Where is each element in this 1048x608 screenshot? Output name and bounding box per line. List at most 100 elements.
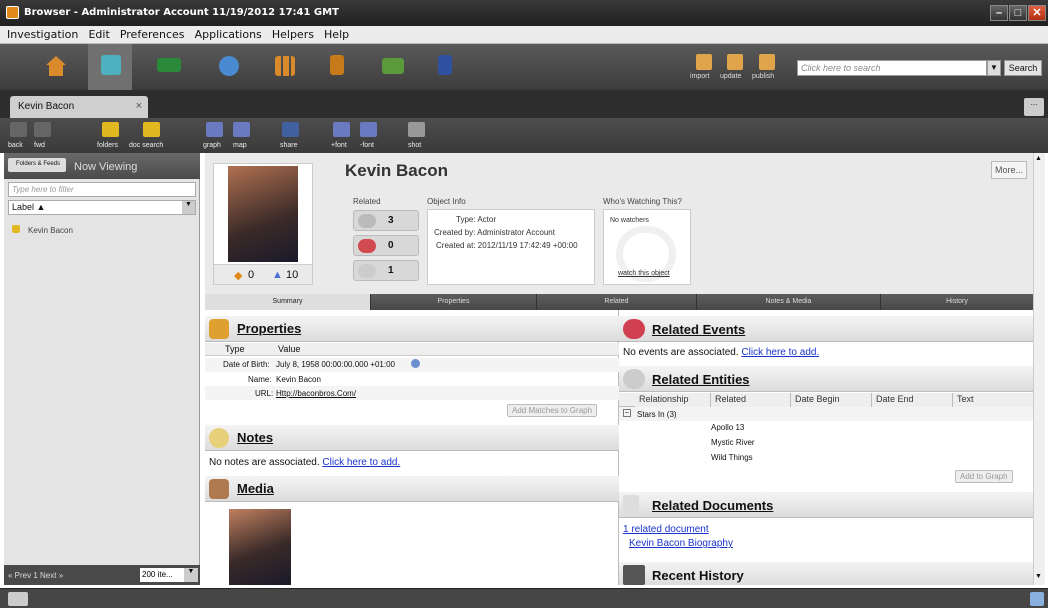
- minimize-button[interactable]: –: [990, 5, 1008, 21]
- watch-link[interactable]: watch this object: [618, 270, 670, 277]
- related-events-title[interactable]: Related Events: [652, 322, 745, 337]
- table-row[interactable]: – Stars In (3): [619, 407, 1033, 421]
- tab-overflow-button[interactable]: ...: [1024, 98, 1044, 116]
- related-doc-link[interactable]: Kevin Bacon Biography: [629, 538, 733, 549]
- filter-input[interactable]: Type here to filter: [8, 182, 196, 197]
- related-events-count: 0: [388, 240, 394, 251]
- list-item[interactable]: Apollo 13: [711, 423, 744, 432]
- update-icon[interactable]: [727, 54, 743, 70]
- org-icon[interactable]: [438, 55, 452, 75]
- maximize-button[interactable]: □: [1009, 5, 1027, 21]
- browser-icon[interactable]: [101, 55, 121, 75]
- graph-icon[interactable]: [206, 122, 223, 137]
- status-icon[interactable]: [8, 592, 28, 606]
- money-icon[interactable]: [382, 58, 404, 74]
- font-decrease-label: -font: [360, 142, 375, 149]
- related-events-button[interactable]: 0: [353, 235, 419, 256]
- font-increase-icon[interactable]: [333, 122, 350, 137]
- search-dropdown-button[interactable]: ▼: [987, 60, 1001, 76]
- sort-dropdown-icon[interactable]: ▼: [182, 201, 195, 214]
- notes-add-link[interactable]: Click here to add.: [322, 457, 400, 468]
- menu-edit[interactable]: Edit: [88, 28, 109, 41]
- properties-title[interactable]: Properties: [237, 321, 301, 336]
- menu-help[interactable]: Help: [324, 28, 349, 41]
- people-icon[interactable]: [157, 58, 181, 72]
- events-icon: [623, 319, 645, 339]
- tab-notes-media[interactable]: Notes & Media: [697, 294, 881, 310]
- sort-select[interactable]: Label ▲ ▼: [8, 200, 196, 215]
- col-date-begin[interactable]: Date Begin: [791, 393, 872, 407]
- globe-icon[interactable]: [219, 56, 239, 76]
- tab-strip: [0, 90, 1048, 118]
- entity-photo[interactable]: [228, 166, 298, 262]
- up-votes: 10: [286, 269, 299, 281]
- import-icon[interactable]: [696, 54, 712, 70]
- scroll-up-icon[interactable]: ▲: [1035, 155, 1042, 162]
- chart-icon[interactable]: [275, 56, 295, 76]
- folders-icon[interactable]: [102, 122, 119, 137]
- add-matches-button[interactable]: Add Matches to Graph: [507, 404, 598, 417]
- folders-feeds-button[interactable]: Folders & Feeds: [8, 158, 66, 172]
- tab-related[interactable]: Related: [537, 294, 697, 310]
- col-relationship[interactable]: Relationship: [635, 393, 711, 407]
- tab-close-icon[interactable]: ×: [136, 100, 142, 112]
- media-title[interactable]: Media: [237, 481, 274, 496]
- font-decrease-icon[interactable]: [360, 122, 377, 137]
- property-url-link[interactable]: Http://baconbros.Com/: [276, 389, 356, 398]
- page-size-select[interactable]: 200 ite...: [140, 568, 184, 582]
- scroll-down-icon[interactable]: ▼: [1035, 573, 1042, 580]
- page-size-dropdown-icon[interactable]: ▼: [184, 568, 198, 582]
- thumbs-up-icon[interactable]: ▲: [272, 269, 283, 281]
- publish-icon[interactable]: [759, 54, 775, 70]
- tab-kevin-bacon[interactable]: Kevin Bacon ×: [10, 96, 148, 118]
- notes-empty: No notes are associated. Click here to a…: [209, 457, 400, 468]
- tab-history[interactable]: History: [881, 294, 1033, 310]
- sidebar-item-kevin-bacon[interactable]: Kevin Bacon: [8, 223, 196, 237]
- info-icon[interactable]: [411, 359, 420, 368]
- related-documents-button[interactable]: 1: [353, 260, 419, 281]
- expand-icon[interactable]: [1030, 592, 1044, 606]
- forward-icon[interactable]: [34, 122, 51, 137]
- related-docs-count-link[interactable]: 1 related document: [623, 524, 709, 535]
- notes-title[interactable]: Notes: [237, 430, 273, 445]
- related-entities-button[interactable]: 3: [353, 210, 419, 231]
- media-header: Media: [205, 476, 619, 502]
- menu-investigation[interactable]: Investigation: [7, 28, 78, 41]
- property-key: URL:: [255, 389, 274, 398]
- map-icon[interactable]: [233, 122, 250, 137]
- doc-search-icon[interactable]: [143, 122, 160, 137]
- collapse-icon[interactable]: –: [623, 409, 631, 417]
- close-button[interactable]: ✕: [1028, 5, 1046, 21]
- menu-preferences[interactable]: Preferences: [120, 28, 185, 41]
- screenshot-icon[interactable]: [408, 122, 425, 137]
- list-item[interactable]: Mystic River: [711, 438, 755, 447]
- add-to-graph-button[interactable]: Add to Graph: [955, 470, 1013, 483]
- notes-header: Notes: [205, 425, 619, 451]
- stack-icon[interactable]: [330, 55, 344, 75]
- more-button[interactable]: More...: [991, 161, 1027, 179]
- media-thumbnail[interactable]: [229, 509, 291, 585]
- related-entities-title[interactable]: Related Entities: [652, 372, 750, 387]
- menu-applications[interactable]: Applications: [195, 28, 262, 41]
- related-documents-title[interactable]: Related Documents: [652, 498, 773, 513]
- pager[interactable]: « Prev 1 Next »: [8, 571, 63, 580]
- thumbs-down-icon[interactable]: ◆: [234, 269, 242, 282]
- recent-history-title[interactable]: Recent History: [652, 568, 744, 583]
- col-text[interactable]: Text: [953, 393, 1033, 407]
- search-button[interactable]: Search: [1004, 60, 1042, 76]
- tab-properties[interactable]: Properties: [371, 294, 537, 310]
- col-related[interactable]: Related: [711, 393, 791, 407]
- events-add-link[interactable]: Click here to add.: [741, 347, 819, 358]
- object-info-box: Type: Actor Created by: Administrator Ac…: [427, 209, 595, 285]
- col-date-end[interactable]: Date End: [872, 393, 953, 407]
- publish-label: publish: [752, 73, 775, 80]
- tab-summary[interactable]: Summary: [205, 294, 371, 310]
- app-icon: [6, 6, 19, 19]
- share-icon[interactable]: [282, 122, 299, 137]
- back-icon[interactable]: [10, 122, 27, 137]
- vote-bar: ◆ 0 ▲ 10: [214, 264, 312, 284]
- search-input[interactable]: Click here to search: [797, 60, 987, 76]
- list-item[interactable]: Wild Things: [711, 453, 753, 462]
- vertical-scrollbar[interactable]: ▲ ▼: [1033, 153, 1045, 585]
- menu-helpers[interactable]: Helpers: [272, 28, 314, 41]
